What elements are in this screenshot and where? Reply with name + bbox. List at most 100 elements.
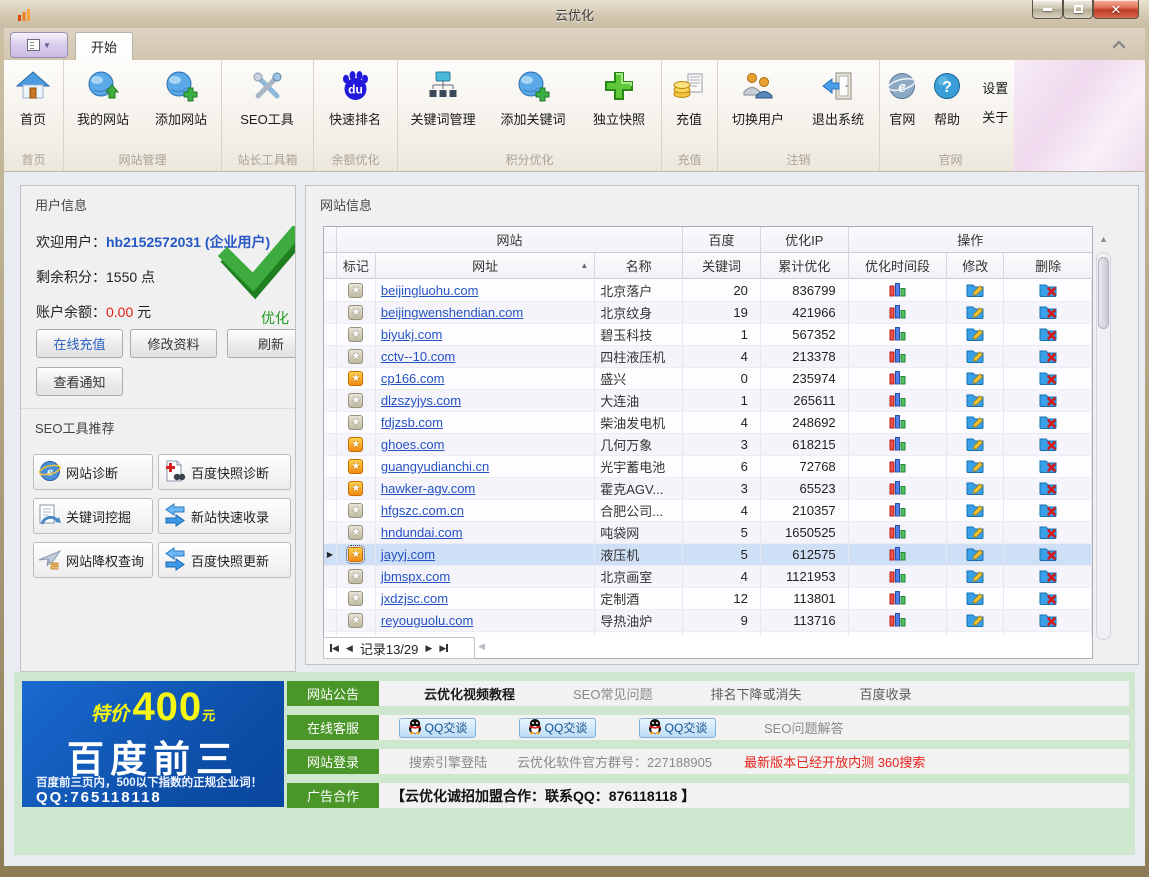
delete-cell[interactable] <box>1004 456 1092 477</box>
mark-cell[interactable]: ★ <box>337 390 376 411</box>
tool-new-site-fast-include-button[interactable]: 新站快速收录 <box>158 498 291 534</box>
table-row[interactable]: ★hfgszc.com.cn合肥公司...4210357 <box>324 500 1092 522</box>
delete-cell[interactable] <box>1004 346 1092 367</box>
edit-icon[interactable] <box>966 502 984 520</box>
edit-icon[interactable] <box>966 414 984 432</box>
ribbon-button-settings[interactable]: 设置 <box>982 78 1008 97</box>
optimize-period-chart-icon[interactable] <box>889 436 906 454</box>
star-icon[interactable]: ★ <box>348 481 363 496</box>
period-cell[interactable] <box>849 566 948 587</box>
delete-cell[interactable] <box>1004 588 1092 609</box>
total-cell[interactable]: 72768 <box>761 456 849 477</box>
delete-icon[interactable] <box>1039 348 1057 366</box>
delete-icon[interactable] <box>1039 502 1057 520</box>
url-cell[interactable]: hndundai.com <box>376 522 595 543</box>
optimize-period-chart-icon[interactable] <box>889 612 906 630</box>
qq-chat-button[interactable]: QQ交谈 <box>639 718 716 738</box>
table-row[interactable]: ★ ··· <box>324 632 1092 635</box>
mark-cell[interactable]: ★ <box>337 478 376 499</box>
period-cell[interactable] <box>849 324 948 345</box>
edit-icon[interactable] <box>966 546 984 564</box>
site-url-link[interactable]: beijingwenshendian.com <box>381 305 523 320</box>
period-cell[interactable] <box>849 456 948 477</box>
edit-icon[interactable] <box>966 458 984 476</box>
optimize-period-chart-icon[interactable] <box>889 414 906 432</box>
table-row[interactable]: ★cp166.com盛兴0235974 <box>324 368 1092 390</box>
table-row[interactable]: ★cctv--10.com四柱液压机4213378 <box>324 346 1092 368</box>
mark-cell[interactable]: ★ <box>337 434 376 455</box>
delete-icon[interactable] <box>1039 480 1057 498</box>
mark-cell[interactable]: ★ <box>337 368 376 389</box>
star-icon[interactable]: ★ <box>348 393 363 408</box>
delete-cell[interactable] <box>1004 500 1092 521</box>
keywords-cell[interactable]: 19 <box>683 302 761 323</box>
mark-cell[interactable]: ★ <box>337 610 376 631</box>
tab-start[interactable]: 开始 <box>75 32 133 60</box>
keywords-cell[interactable]: 4 <box>683 346 761 367</box>
star-icon[interactable]: ★ <box>348 569 363 584</box>
url-cell[interactable]: dlzszyjys.com <box>376 390 595 411</box>
delete-icon[interactable] <box>1039 370 1057 388</box>
star-icon[interactable]: ★ <box>348 327 363 342</box>
site-url-link[interactable]: reyouguolu.com <box>381 613 474 628</box>
name-cell[interactable]: ··· <box>595 632 683 635</box>
edit-icon[interactable] <box>966 524 984 542</box>
ribbon-button-recharge[interactable]: 充值 <box>662 64 716 140</box>
pager-last-icon[interactable]: ▶ <box>439 643 448 654</box>
keywords-cell[interactable]: 20 <box>683 280 761 301</box>
table-row[interactable]: ★beijingluohu.com北京落户20836799 <box>324 280 1092 302</box>
total-cell[interactable]: 1121953 <box>761 566 849 587</box>
edit-cell[interactable] <box>947 390 1004 411</box>
total-cell[interactable]: 612575 <box>761 544 849 565</box>
url-cell[interactable]: guangyudianchi.cn <box>376 456 595 477</box>
mark-cell[interactable]: ★ <box>337 324 376 345</box>
edit-cell[interactable] <box>947 346 1004 367</box>
online-recharge-button[interactable]: 在线充值 <box>36 329 123 358</box>
hscroll-left-icon[interactable]: ◀ <box>478 641 485 652</box>
url-cell[interactable] <box>376 632 595 635</box>
url-cell[interactable]: beijingwenshendian.com <box>376 302 595 323</box>
mark-cell[interactable]: ★ <box>337 544 376 565</box>
keywords-cell[interactable]: 4 <box>683 500 761 521</box>
optimize-period-chart-icon[interactable] <box>889 458 906 476</box>
link-seo-answers[interactable]: SEO问题解答 <box>764 718 843 737</box>
minimize-button[interactable] <box>1032 0 1063 19</box>
edit-cell[interactable] <box>947 588 1004 609</box>
edit-cell[interactable] <box>947 324 1004 345</box>
ribbon-button-official-site[interactable]: e 官网 <box>880 64 925 140</box>
site-url-link[interactable]: ghoes.com <box>381 437 445 452</box>
period-cell[interactable] <box>849 544 948 565</box>
name-cell[interactable]: 北京落户 <box>595 280 683 301</box>
name-cell[interactable]: 定制酒 <box>595 588 683 609</box>
table-row[interactable]: ★ghoes.com几何万象3618215 <box>324 434 1092 456</box>
name-cell[interactable]: 液压机 <box>595 544 683 565</box>
ribbon-button-add-keyword[interactable]: 添加关键词 <box>488 64 578 140</box>
ribbon-button-home[interactable]: 首页 <box>4 64 62 140</box>
table-row[interactable]: ★jbmspx.com北京画室41121953 <box>324 566 1092 588</box>
table-row[interactable]: ▶★jayyj.com液压机5612575 <box>324 544 1092 566</box>
url-cell[interactable]: hfgszc.com.cn <box>376 500 595 521</box>
edit-icon[interactable] <box>966 348 984 366</box>
star-icon[interactable]: ★ <box>348 415 363 430</box>
url-cell[interactable]: biyukj.com <box>376 324 595 345</box>
site-url-link[interactable]: guangyudianchi.cn <box>381 459 489 474</box>
total-cell[interactable]: 213378 <box>761 346 849 367</box>
keywords-cell[interactable]: 3 <box>683 478 761 499</box>
edit-cell[interactable] <box>947 522 1004 543</box>
total-cell[interactable]: 235974 <box>761 368 849 389</box>
total-cell[interactable]: 618215 <box>761 434 849 455</box>
link-baidu-include[interactable]: 百度收录 <box>860 684 912 703</box>
period-cell[interactable] <box>849 478 948 499</box>
keywords-cell[interactable]: 9 <box>683 610 761 631</box>
edit-icon[interactable] <box>966 590 984 608</box>
keywords-cell[interactable]: 4 <box>683 566 761 587</box>
star-icon[interactable]: ★ <box>348 283 363 298</box>
site-url-link[interactable]: beijingluohu.com <box>381 283 479 298</box>
mark-cell[interactable]: ★ <box>337 632 376 635</box>
delete-cell[interactable] <box>1004 368 1092 389</box>
delete-cell[interactable] <box>1004 632 1092 635</box>
star-icon[interactable]: ★ <box>348 591 363 606</box>
total-cell[interactable]: 113716 <box>761 610 849 631</box>
table-row[interactable]: ★hndundai.com吨袋网51650525 <box>324 522 1092 544</box>
period-cell[interactable] <box>849 522 948 543</box>
